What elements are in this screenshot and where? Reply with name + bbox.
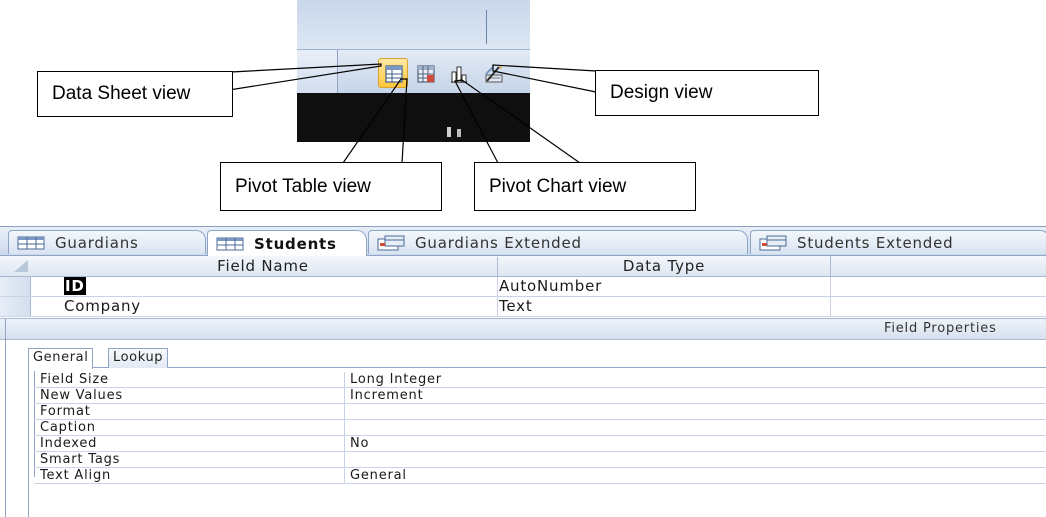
property-value[interactable]: Long Integer [350, 372, 442, 387]
row-selector[interactable] [0, 277, 31, 296]
design-view-icon [485, 66, 503, 83]
property-value[interactable]: Increment [350, 388, 423, 403]
view-toolbar [297, 0, 530, 142]
pivot-table-view-button[interactable] [410, 58, 440, 88]
status-area [297, 93, 530, 142]
document-tab-bar: Guardians Students Guardians Extended St… [0, 227, 1046, 256]
pivot-chart-view-callout-label: Pivot Chart view [489, 175, 627, 197]
tab-guardians[interactable]: Guardians [8, 230, 206, 254]
property-row[interactable]: Smart Tags [34, 452, 1046, 468]
datasheet-view-callout: Data Sheet view [37, 71, 233, 117]
property-label: Smart Tags [40, 452, 121, 467]
property-value[interactable]: No [350, 436, 369, 451]
table-design-window: Guardians Students Guardians Extended St… [0, 226, 1046, 517]
select-all-corner[interactable] [0, 256, 30, 276]
tab-lookup[interactable]: Lookup [108, 348, 169, 368]
field-properties-bar: Field Properties [0, 318, 1046, 340]
table-icon [216, 237, 244, 250]
property-row[interactable]: Caption [34, 420, 1046, 436]
design-view-button[interactable] [478, 58, 508, 88]
property-row[interactable]: Indexed No [34, 436, 1046, 452]
property-label: New Values [40, 388, 123, 403]
pivot-chart-view-callout: Pivot Chart view [474, 162, 696, 211]
property-label: Format [40, 404, 91, 419]
query-icon [377, 235, 405, 250]
row-selector[interactable] [0, 297, 31, 316]
property-label: Indexed [40, 436, 98, 451]
pivot-chart-view-button[interactable] [443, 58, 473, 88]
pivot-table-view-icon [417, 65, 435, 83]
corner-triangle-icon [14, 260, 28, 272]
field-name-cell[interactable]: ID [64, 277, 86, 295]
tab-guardians-extended[interactable]: Guardians Extended [368, 230, 748, 254]
property-label: Caption [40, 420, 96, 435]
property-value[interactable]: General [350, 468, 407, 483]
pivot-table-view-callout-label: Pivot Table view [235, 175, 371, 197]
data-type-cell[interactable]: AutoNumber [499, 277, 602, 295]
datasheet-view-button[interactable] [378, 58, 408, 88]
data-type-column-header: Data Type [497, 257, 830, 276]
tab-label: Guardians Extended [415, 233, 582, 252]
description-column-header [830, 256, 1046, 276]
datasheet-view-callout-label: Data Sheet view [52, 83, 191, 104]
datasheet-view-icon [385, 65, 403, 83]
tab-label: Guardians [55, 233, 139, 252]
pivot-chart-view-icon [451, 66, 467, 83]
toolbar-top-strip [297, 0, 530, 49]
data-type-cell[interactable]: Text [499, 297, 533, 315]
property-row[interactable]: Format [34, 404, 1046, 420]
tab-label: Students Extended [797, 233, 954, 252]
query-icon [759, 235, 787, 250]
tab-students[interactable]: Students [207, 230, 367, 256]
pivot-table-view-callout: Pivot Table view [220, 162, 442, 211]
field-name-cell[interactable]: Company [64, 297, 141, 315]
design-view-callout: Design view [595, 70, 819, 116]
tab-label: Students [254, 234, 337, 253]
tab-general[interactable]: General [28, 348, 94, 369]
field-properties-title: Field Properties [884, 321, 997, 336]
property-label: Field Size [40, 372, 109, 387]
property-row[interactable]: Text Align General [34, 468, 1046, 484]
design-view-callout-label: Design view [610, 82, 713, 103]
property-label: Text Align [40, 468, 112, 483]
property-row[interactable]: New Values Increment [34, 388, 1046, 404]
field-name-column-header: Field Name [217, 257, 309, 275]
table-icon [17, 236, 45, 249]
property-row[interactable]: Field Size Long Integer [34, 372, 1046, 388]
field-grid-header: Field Name Data Type [0, 256, 1046, 277]
table-row[interactable]: ID AutoNumber [0, 277, 1046, 297]
table-row[interactable]: Company Text [0, 297, 1046, 317]
tab-students-extended[interactable]: Students Extended [750, 230, 1046, 254]
